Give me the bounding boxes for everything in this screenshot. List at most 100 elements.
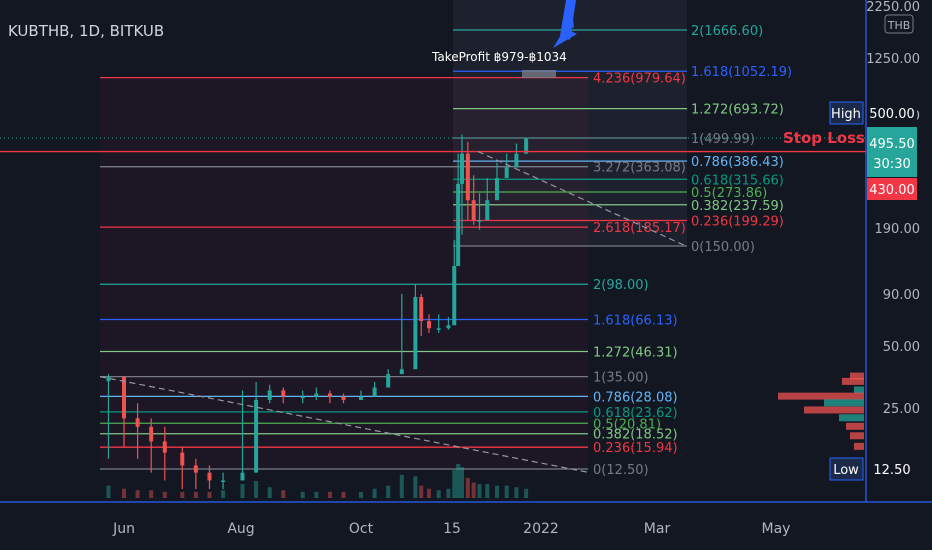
volume-bar [426,488,431,498]
candle-body [240,472,245,481]
volume-profile-bar [824,399,864,407]
candle-body [180,452,185,466]
fib-upper-label: 0.236(199.29) [691,215,784,230]
time-tick-label: Aug [227,521,254,537]
volume-bar [254,481,259,498]
fib-upper-label: 2(1666.60) [691,24,763,39]
fib-upper-label: 1.618(1052.19) [691,65,792,80]
candle-body [452,266,457,326]
candle-body [341,396,346,400]
low-badge-label: Low [833,463,859,478]
volume-bar [359,491,363,498]
candle-body [504,167,509,179]
volume-bar [485,484,490,498]
candle-body [446,325,451,329]
current-price: 495.50 [869,137,915,152]
time-tick-label: May [762,521,791,537]
time-tick-label: Jun [112,521,135,537]
candle-body [413,296,418,370]
volume-bar [341,491,346,498]
chart-title: KUBTHB, 1D, BITKUB [8,22,164,40]
fib-lower-label: 2.618(185.17) [593,221,686,236]
fib-upper-label: 0.786(386.43) [691,155,784,170]
candle-body [149,426,154,442]
price-tick-label: 2250.00 [866,0,920,15]
volume-bar [460,467,465,498]
candle-body [494,178,499,201]
volume-bar [149,490,154,498]
fib-lower-label: 4.236(979.64) [593,72,686,87]
low-value: 12.50 [873,463,910,478]
candle-body [460,153,465,184]
candle-body [386,374,391,388]
candle-body [207,472,212,481]
volume-profile-bar [804,406,864,414]
volume-bar [477,484,482,498]
candle-body [485,200,490,221]
fib-lower-label: 3.272(363.08) [593,161,686,176]
fib-upper-label: 0(150.00) [691,240,755,255]
volume-bar [221,490,226,498]
candle-body [436,328,441,330]
volume-bar [135,490,140,498]
volume-bar [327,491,332,498]
fib-lower-label: 0.236(15.94) [593,441,678,456]
volume-bar [240,484,245,498]
volume-profile-bar [846,422,864,430]
candle-body [372,387,377,397]
candle-body [162,441,167,453]
high-badge-label: High [831,107,861,122]
volume-bar [471,482,476,498]
volume-bar [193,491,198,498]
volume-bar [504,485,509,498]
volume-bar [386,485,391,498]
candle-body [419,296,424,322]
volume-bar [314,491,319,498]
candle-body [477,220,482,222]
high-value: 500.00 [869,107,915,122]
volume-bar [372,488,377,498]
volume-bar [267,487,272,498]
candle-body [221,480,226,482]
candle-body [314,393,319,397]
candle-body [300,396,305,399]
stop-loss-label: Stop Loss [783,129,865,147]
volume-bar [300,491,305,498]
volume-bar [524,488,529,498]
volume-profile-bar [839,414,864,422]
currency-badge-label: THB [887,19,911,32]
volume-bar [419,485,424,498]
volume-bar [281,490,286,498]
time-tick-label: Mar [644,521,671,537]
volume-bar [207,491,212,498]
fib-upper-label: 1(499.99) [691,132,755,147]
price-tick-label: 190.00 [875,222,921,237]
time-tick-label: 2022 [523,521,559,537]
volume-bar [465,477,470,498]
bar-countdown: 30:30 [873,157,910,172]
volume-bar [413,476,418,498]
price-tick-label: 25.00 [883,402,920,417]
fib-lower-label: 0(12.50) [593,463,649,478]
fib-lower-label: 1.272(46.31) [593,345,678,360]
volume-bar [456,464,461,498]
price-chart[interactable]: 2(1666.60) 1.618(1052.19) 1.272(693.72) 1(4… [0,0,932,550]
volume-bar [106,485,111,498]
fib-upper-label: 0.382(237.59) [691,199,784,214]
volume-profile-bar [854,386,864,394]
price-tick-label: 50.00 [883,340,920,355]
candle-body [122,376,126,419]
fib-lower-label: 2(98.00) [593,278,649,293]
candle-body [267,390,272,400]
volume-profile-bar [842,377,864,385]
volume-bar [514,487,519,498]
candle-body [359,396,363,400]
price-tick-label: 90.00 [883,288,920,303]
candle-body [281,390,286,397]
candle-body [327,393,332,397]
volume-bar [446,488,451,498]
candle-body [399,369,404,375]
candle-body [193,465,198,473]
fib-lower-label: 1(35.00) [593,371,649,386]
candle-body [514,153,519,168]
